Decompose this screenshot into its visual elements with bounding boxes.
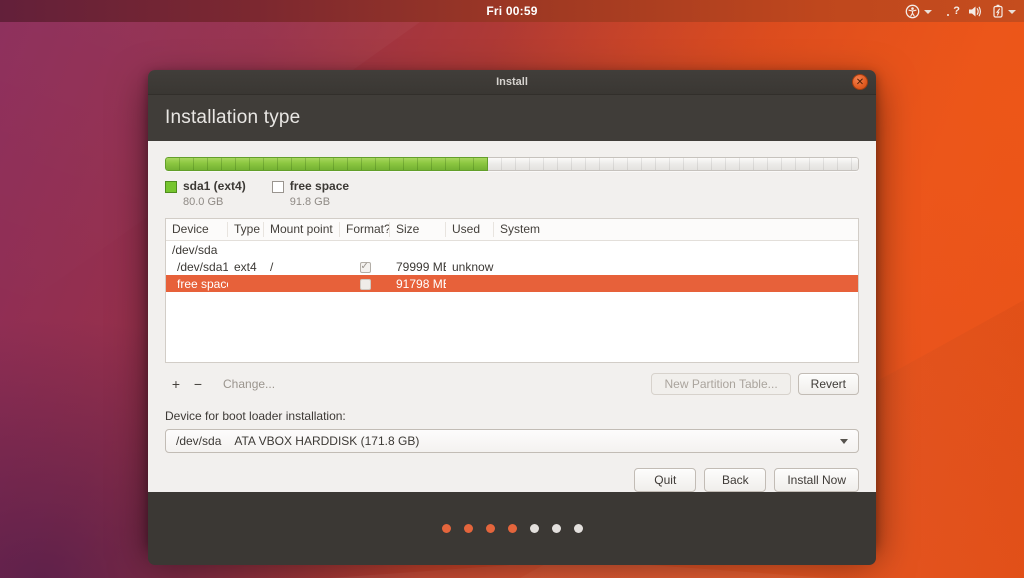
install-now-button[interactable]: Install Now	[774, 468, 859, 492]
progress-dot-pending	[551, 524, 561, 533]
titlebar[interactable]: Install ✕	[148, 70, 876, 95]
back-button[interactable]: Back	[704, 468, 767, 492]
partition-size-bar	[165, 157, 859, 171]
top-menu-bar: Fri 00:59 ?	[0, 0, 1024, 22]
legend-item-free-space: free space 91.8 GB	[271, 179, 350, 208]
column-header[interactable]: Used	[446, 222, 494, 237]
close-button[interactable]: ✕	[852, 74, 868, 90]
legend-label: sda1 (ext4)	[183, 179, 246, 193]
progress-dot-pending	[529, 524, 539, 533]
new-partition-table-button[interactable]: New Partition Table...	[651, 373, 791, 395]
partition-row[interactable]: /dev/sda	[166, 241, 858, 258]
system-status-menu[interactable]: ?	[947, 4, 1016, 18]
partition-table-body: /dev/sda/dev/sda1ext4/79999 MBunknownfre…	[166, 241, 858, 292]
legend-size: 80.0 GB	[183, 196, 224, 208]
progress-footer	[148, 492, 876, 565]
partition-bar-segment-free	[487, 157, 859, 171]
column-header[interactable]: System	[494, 222, 858, 237]
partition-cell: free space	[177, 276, 228, 291]
battery-icon	[993, 4, 1003, 18]
legend-size: 91.8 GB	[289, 196, 331, 208]
column-header[interactable]: Device	[166, 222, 228, 237]
add-partition-button[interactable]: +	[165, 374, 187, 394]
remove-partition-button[interactable]: −	[187, 374, 209, 394]
partition-table-header: Device Type Mount point Format? Size Use…	[166, 219, 858, 241]
partition-cell	[340, 260, 390, 274]
chevron-down-icon	[1008, 9, 1016, 14]
desktop-background: Fri 00:59 ? Install ✕ Installation type …	[0, 0, 1024, 578]
partition-cell: unknown	[452, 259, 494, 274]
column-header[interactable]: Mount point	[264, 222, 340, 237]
accessibility-menu[interactable]	[905, 4, 933, 19]
volume-icon	[969, 6, 981, 16]
partition-cell: /dev/sda1	[177, 259, 228, 274]
column-header[interactable]: Size	[390, 222, 446, 237]
chevron-down-icon	[840, 438, 848, 444]
partition-toolbar: + − Change... New Partition Table... Rev…	[165, 372, 859, 396]
column-header[interactable]: Format?	[340, 222, 390, 237]
partition-cell: /dev/sda	[172, 242, 218, 257]
partition-cell: /	[270, 259, 274, 274]
chevron-down-icon	[924, 9, 933, 14]
progress-dot-complete	[485, 524, 495, 533]
partition-legend: sda1 (ext4) 80.0 GB free space 91.8 GB	[165, 180, 859, 208]
installer-content: sda1 (ext4) 80.0 GB free space 91.8 GB D…	[148, 141, 876, 492]
progress-dot-pending	[573, 524, 583, 533]
format-checkbox[interactable]	[359, 261, 371, 273]
progress-dot-complete	[463, 524, 473, 533]
bootloader-device: /dev/sda	[176, 434, 222, 448]
quit-button[interactable]: Quit	[634, 468, 697, 492]
partition-bar-segment-sda1	[165, 157, 488, 171]
partition-cell: 79999 MB	[396, 259, 446, 274]
bootloader-label: Device for boot loader installation:	[165, 409, 346, 423]
installer-window: Install ✕ Installation type sda1 (ext4) …	[148, 70, 876, 565]
progress-dots	[441, 524, 583, 533]
bootloader-device-description: ATA VBOX HARDDISK (171.8 GB)	[234, 434, 420, 448]
legend-label: free space	[289, 179, 350, 193]
page-header: Installation type	[148, 95, 876, 141]
progress-dot-complete	[441, 524, 451, 533]
navigation-buttons: Quit Back Install Now	[165, 468, 859, 492]
partition-row[interactable]: /dev/sda1 ext4 / 79999 MB unknown	[166, 258, 858, 275]
sda1-color-swatch	[165, 181, 177, 193]
system-tray[interactable]: ?	[905, 0, 1016, 22]
bootloader-device-select[interactable]: /dev/sda ATA VBOX HARDDISK (171.8 GB)	[165, 429, 859, 453]
legend-item-sda1: sda1 (ext4) 80.0 GB	[165, 180, 246, 208]
clock-menu[interactable]: Fri 00:59	[486, 4, 537, 18]
progress-dot-complete	[507, 524, 517, 533]
accessibility-icon	[905, 4, 920, 18]
partition-row[interactable]: free space 91798 MB	[166, 275, 858, 292]
window-title: Install	[496, 76, 528, 88]
partition-cell: 91798 MB	[396, 276, 446, 291]
partition-cell: ext4	[234, 259, 257, 274]
free-space-color-swatch	[271, 181, 284, 193]
network-dot	[947, 14, 950, 16]
page-title: Installation type	[165, 107, 301, 128]
change-button[interactable]: Change...	[223, 377, 275, 391]
column-header[interactable]: Type	[228, 222, 264, 237]
partition-table[interactable]: Device Type Mount point Format? Size Use…	[165, 218, 859, 363]
partition-cell	[340, 277, 390, 291]
network-question-icon: ?	[953, 4, 960, 17]
revert-button[interactable]: Revert	[797, 373, 859, 395]
format-checkbox[interactable]	[359, 278, 371, 290]
